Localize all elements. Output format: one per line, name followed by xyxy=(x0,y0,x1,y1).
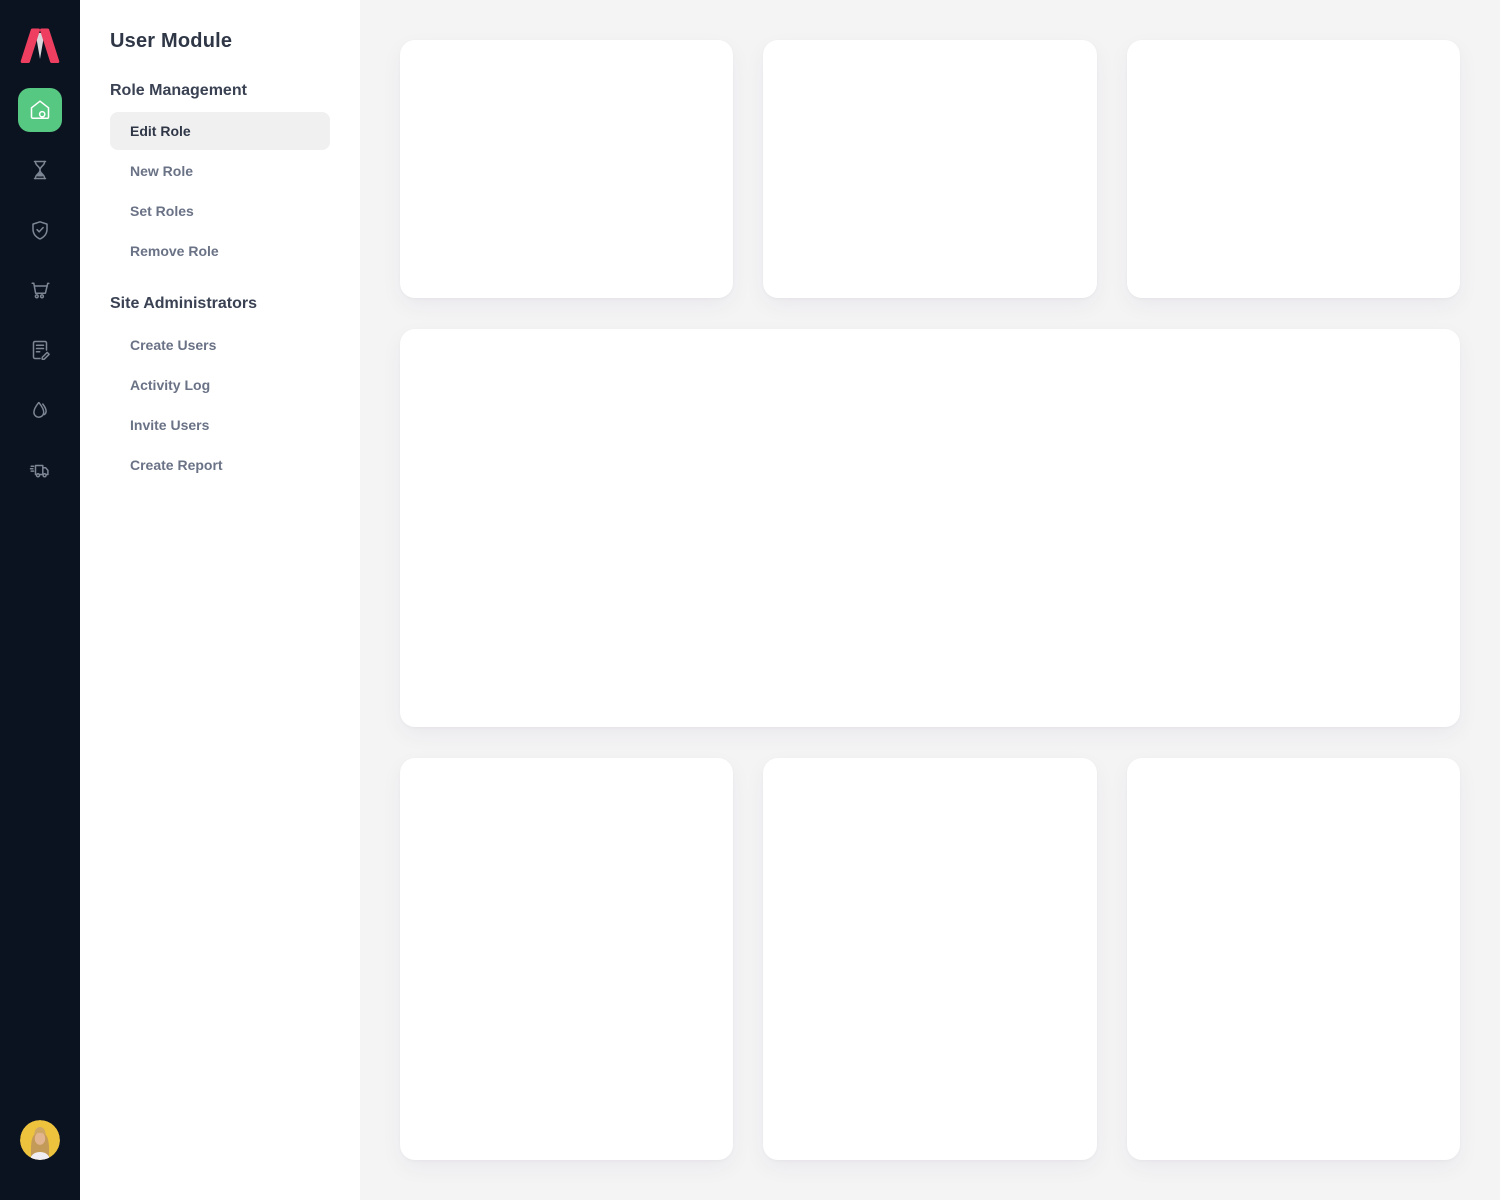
section-role-management: Role Management Edit Role New Role Set R… xyxy=(80,82,360,271)
user-avatar[interactable] xyxy=(20,1120,60,1160)
icon-rail xyxy=(0,0,80,1200)
placeholder-card xyxy=(763,40,1096,298)
top-card-row xyxy=(400,40,1460,298)
section-heading: Site Administrators xyxy=(110,295,330,313)
main-content xyxy=(360,0,1500,1200)
sidebar-item-remove-role[interactable]: Remove Role xyxy=(110,231,330,271)
bottom-card-row xyxy=(400,758,1460,1160)
sidebar-item-edit-role[interactable]: Edit Role xyxy=(110,112,330,150)
sidebar-item-new-role[interactable]: New Role xyxy=(110,151,330,191)
placeholder-card xyxy=(400,758,733,1160)
rail-item-shield[interactable] xyxy=(18,208,62,252)
document-edit-icon xyxy=(28,338,52,362)
placeholder-card xyxy=(1127,40,1460,298)
sidebar-item-set-roles[interactable]: Set Roles xyxy=(110,191,330,231)
placeholder-card xyxy=(400,40,733,298)
page-title: User Module xyxy=(110,30,330,53)
sidebar-item-invite-users[interactable]: Invite Users xyxy=(110,405,330,445)
brand-logo-m-icon xyxy=(18,25,62,65)
placeholder-card xyxy=(1127,758,1460,1160)
sidebar-item-create-users[interactable]: Create Users xyxy=(110,325,330,365)
delivery-truck-icon xyxy=(28,458,52,482)
placeholder-card-wide xyxy=(400,329,1460,727)
shopping-cart-icon xyxy=(28,278,52,302)
rail-item-cart[interactable] xyxy=(18,268,62,312)
sidebar-item-activity-log[interactable]: Activity Log xyxy=(110,365,330,405)
sidebar-item-create-report[interactable]: Create Report xyxy=(110,445,330,485)
rail-item-hourglass[interactable] xyxy=(18,148,62,192)
rail-nav xyxy=(18,88,62,492)
rail-item-drops[interactable] xyxy=(18,388,62,432)
rail-item-document[interactable] xyxy=(18,328,62,372)
rail-item-truck[interactable] xyxy=(18,448,62,492)
user-avatar-photo-icon xyxy=(20,1120,60,1160)
rail-item-home[interactable] xyxy=(18,88,62,132)
section-heading: Role Management xyxy=(110,82,330,100)
placeholder-card xyxy=(763,758,1096,1160)
brand-logo[interactable] xyxy=(18,25,62,65)
hourglass-icon xyxy=(28,158,52,182)
home-icon xyxy=(28,98,52,122)
water-drops-icon xyxy=(28,398,52,422)
section-site-administrators: Site Administrators Create Users Activit… xyxy=(80,295,360,485)
shield-check-icon xyxy=(28,218,52,242)
sidebar: User Module Role Management Edit Role Ne… xyxy=(80,0,360,1200)
